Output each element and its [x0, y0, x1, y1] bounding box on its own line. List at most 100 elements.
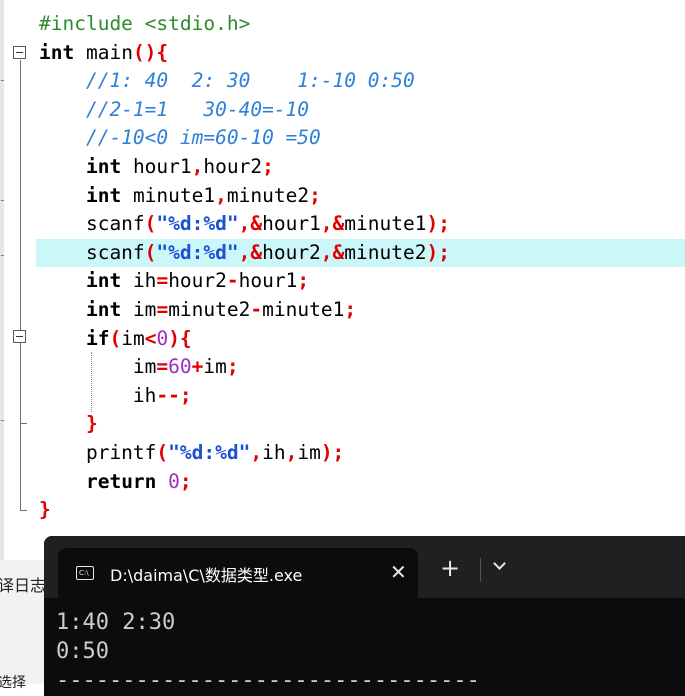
code-token: ih [262, 440, 286, 464]
code-token: "%d:%d" [168, 440, 251, 464]
code-token: im [297, 440, 321, 464]
code-token: int [85, 297, 122, 321]
code-token: ; [179, 469, 192, 493]
code-token: hour2 [168, 269, 227, 293]
code-line[interactable]: scanf("%d:%d",&hour2,&minute2); [36, 238, 685, 268]
close-icon[interactable]: ✕ [390, 560, 407, 584]
code-token: printf [39, 440, 157, 464]
code-token: minute1 [121, 183, 216, 207]
code-token: im [121, 326, 145, 350]
code-line[interactable]: im=60+im; [36, 353, 685, 382]
select-label: 选择 [0, 675, 26, 691]
code-token: #include <stdio.h> [39, 12, 251, 35]
code-token: minute1 [344, 212, 427, 236]
code-token: ( [144, 240, 157, 264]
chevron-down-icon[interactable] [492, 558, 506, 572]
console-icon-label: C:\ [79, 569, 89, 577]
code-token: scanf [39, 212, 145, 236]
code-token: ); [426, 212, 450, 236]
code-token: ,& [320, 240, 345, 264]
code-token: 0 [168, 469, 180, 493]
code-line[interactable]: int im=minute2-minute1; [36, 296, 685, 325]
code-token: - [250, 297, 263, 321]
code-token: ,& [238, 240, 263, 264]
code-token: 0 [156, 326, 169, 350]
code-line[interactable]: //2-1=1 30-40=-10 [36, 96, 685, 125]
code-token: minute2 [168, 297, 251, 321]
code-line[interactable]: //-10<0 im=60-10 =50 [36, 124, 685, 153]
code-line[interactable]: } [36, 410, 685, 439]
code-token: ; [309, 183, 321, 207]
compile-log-tab[interactable]: 译日志 [0, 572, 46, 596]
code-token: , [285, 440, 298, 464]
code-token: ( [144, 212, 157, 236]
indent-guide [91, 352, 92, 412]
code-token: ,& [238, 212, 263, 236]
code-token: hour2 [203, 154, 263, 178]
code-token: ; [226, 355, 239, 379]
fold-toggle-main[interactable] [13, 46, 26, 59]
code-line[interactable]: int hour1,hour2; [36, 153, 685, 182]
code-token: } [39, 498, 51, 522]
tabbar-divider [480, 558, 481, 582]
code-token: if [85, 326, 110, 350]
code-line[interactable]: return 0; [36, 468, 685, 497]
code-line[interactable]: //1: 40 2: 30 1:-10 0:50 [36, 67, 685, 96]
terminal-output: 1:40 2:30 0:50 -------------------------… [56, 610, 480, 693]
plus-icon[interactable]: + [440, 556, 460, 580]
code-token: scanf [39, 240, 145, 264]
code-token: im [39, 355, 157, 379]
code-line[interactable]: scanf("%d:%d",&hour1,&minute1); [36, 210, 685, 239]
code-token: ih [39, 383, 157, 407]
code-token: ; [297, 269, 310, 293]
gutter-marker [1, 255, 4, 256]
gutter-marker [1, 80, 4, 81]
code-token: "%d:%d" [156, 212, 239, 236]
code-token: + [191, 355, 204, 379]
code-token: im [203, 355, 227, 379]
code-token: minute2 [226, 183, 310, 207]
gutter-marker [1, 420, 4, 421]
code-line[interactable]: int ih=hour2-hour1; [36, 267, 685, 296]
code-token: "%d:%d" [156, 240, 239, 264]
fold-gutter [4, 0, 34, 560]
code-token: int [39, 40, 75, 64]
code-token: im [121, 297, 157, 321]
code-line[interactable]: } [36, 496, 685, 525]
code-token: = [156, 269, 169, 293]
code-editor[interactable]: #include <stdio.h> int main(){ //1: 40 2:… [36, 10, 685, 525]
fold-end-if [20, 423, 27, 424]
gutter-marker [1, 200, 4, 201]
code-token: int [85, 183, 122, 207]
code-token: main [74, 40, 133, 64]
code-token: ,& [320, 212, 345, 236]
code-line[interactable]: int main(){ [36, 39, 685, 68]
code-line[interactable]: if(im<0){ [36, 325, 685, 354]
code-token: hour1 [262, 212, 321, 236]
code-token: = [156, 297, 169, 321]
code-token: return [85, 469, 157, 493]
terminal-tab[interactable]: C:\ D:\daima\C\数据类型.exe ✕ [58, 548, 418, 598]
fold-line-main [20, 60, 21, 510]
terminal-window: C:\ D:\daima\C\数据类型.exe ✕ + 1:40 2:30 0:… [44, 536, 685, 696]
code-token: int [85, 269, 122, 293]
code-line[interactable]: ih--; [36, 382, 685, 411]
code-line[interactable]: #include <stdio.h> [36, 10, 685, 39]
code-line[interactable]: printf("%d:%d",ih,im); [36, 439, 685, 468]
code-token: ( [109, 326, 122, 350]
code-token: 60 [168, 355, 192, 379]
fold-toggle-if[interactable] [13, 330, 26, 343]
code-token: } [85, 412, 98, 436]
code-token: //1: 40 2: 30 1:-10 0:50 [85, 69, 415, 93]
code-token: ; [262, 154, 274, 178]
code-line[interactable]: int minute1,minute2; [36, 182, 685, 211]
code-token: , [191, 154, 204, 178]
code-token: ){ [168, 326, 192, 350]
code-token: hour1 [238, 269, 298, 293]
